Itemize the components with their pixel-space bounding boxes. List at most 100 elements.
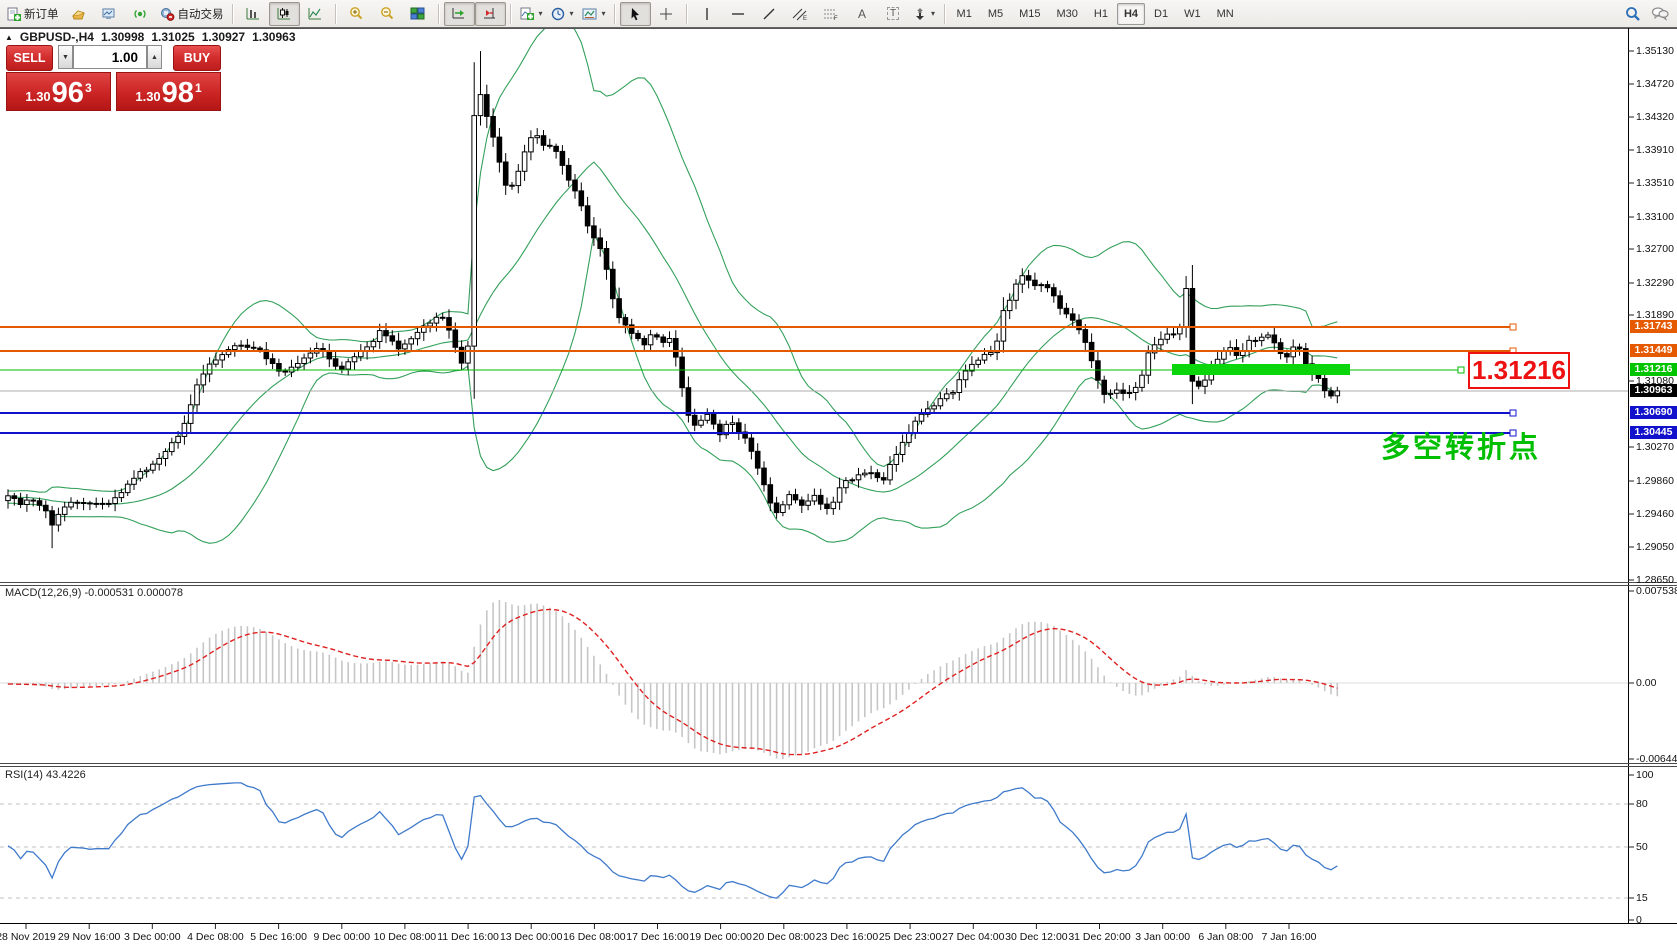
price-level-box: 1.31449 xyxy=(1630,344,1677,357)
ohlc-open: 1.30998 xyxy=(101,30,144,44)
crosshair-icon xyxy=(659,7,673,21)
chevron-down-icon: ▾ xyxy=(602,9,606,18)
timeframe-h1[interactable]: H1 xyxy=(1087,3,1115,25)
chart-shift-button[interactable] xyxy=(475,2,506,26)
line-chart-button[interactable] xyxy=(300,2,331,26)
timeframe-m5[interactable]: M5 xyxy=(981,3,1010,25)
price-level-box: 1.30963 xyxy=(1630,384,1677,397)
autotrading-button[interactable]: 自动交易 xyxy=(156,2,228,26)
price-callout[interactable]: 1.31216 xyxy=(1468,352,1570,389)
search-icon[interactable] xyxy=(1625,6,1641,22)
horizontal-line-button[interactable] xyxy=(723,2,754,26)
price-tick-label: 1.29460 xyxy=(1636,508,1677,520)
text-label-button[interactable]: T xyxy=(878,2,909,26)
rsi-tick-label: 100 xyxy=(1636,769,1677,781)
symbol-collapse-icon[interactable]: ▲ xyxy=(5,33,13,42)
price-tick-label: 1.33100 xyxy=(1636,211,1677,223)
sell-price[interactable]: 1.30 96 3 xyxy=(6,72,111,111)
volume-decrease-button[interactable]: ▼ xyxy=(58,45,73,69)
equidistant-channel-icon: E xyxy=(792,7,808,21)
timeframe-m1[interactable]: M1 xyxy=(950,3,979,25)
svg-text:E: E xyxy=(803,16,807,21)
price-tick-label: 1.34720 xyxy=(1636,78,1677,90)
toolbar-separator xyxy=(944,4,946,24)
toolbar-separator xyxy=(438,4,440,24)
equidistant-channel-button[interactable]: E xyxy=(785,2,816,26)
bar-chart-button[interactable] xyxy=(238,2,269,26)
price-tick-label: 1.30270 xyxy=(1636,441,1677,453)
chart-window[interactable]: ▲ GBPUSD-,H4 1.30998 1.31025 1.30927 1.3… xyxy=(0,28,1677,946)
rsi-tick-label: 0 xyxy=(1636,914,1677,926)
tile-windows-icon xyxy=(410,6,426,21)
price-tick-label: 1.33910 xyxy=(1636,144,1677,156)
new-chart-button[interactable] xyxy=(63,2,94,26)
volume-input[interactable]: 1.00 xyxy=(73,45,147,69)
timeframe-m30[interactable]: M30 xyxy=(1050,3,1085,25)
ohlc-low: 1.30927 xyxy=(202,30,245,44)
cursor-icon xyxy=(628,7,642,21)
chart-header: ▲ GBPUSD-,H4 1.30998 1.31025 1.30927 1.3… xyxy=(5,30,296,44)
buy-price[interactable]: 1.30 98 1 xyxy=(116,72,221,111)
zoom-out-icon xyxy=(379,6,395,21)
symbol-title: GBPUSD-,H4 xyxy=(20,30,94,44)
rsi-tick-label: 80 xyxy=(1636,798,1677,810)
vertical-line-icon xyxy=(701,7,713,21)
auto-scroll-icon xyxy=(451,6,467,21)
profiles-button[interactable] xyxy=(94,2,125,26)
price-tick-label: 1.34320 xyxy=(1636,111,1677,123)
macd-tick-label: 0.00 xyxy=(1636,677,1677,689)
templates-button[interactable]: ▾ xyxy=(578,2,610,26)
candlestick-chart-button[interactable] xyxy=(269,2,300,26)
profiles-icon xyxy=(102,7,117,21)
fibonacci-icon: F xyxy=(823,7,839,21)
cursor-button[interactable] xyxy=(620,2,651,26)
periods-button[interactable]: ▾ xyxy=(547,2,578,26)
svg-text:F: F xyxy=(834,16,838,21)
clock-icon xyxy=(551,7,566,21)
volume-increase-button[interactable]: ▲ xyxy=(147,45,162,69)
candlestick-chart-icon xyxy=(276,6,292,21)
vertical-line-button[interactable] xyxy=(692,2,723,26)
signals-button[interactable] xyxy=(125,2,156,26)
macd-tick-label: 0.007538 xyxy=(1636,585,1677,597)
timeframe-d1[interactable]: D1 xyxy=(1147,3,1175,25)
zoom-in-button[interactable] xyxy=(341,2,372,26)
price-tick-label: 1.29860 xyxy=(1636,475,1677,487)
spin-up-icon: ▲ xyxy=(151,54,158,61)
toolbar-separator xyxy=(232,4,234,24)
price-level-box: 1.30690 xyxy=(1630,406,1677,419)
price-tick-label: 1.32290 xyxy=(1636,277,1677,289)
ohlc-close: 1.30963 xyxy=(252,30,295,44)
chat-icon[interactable] xyxy=(1651,6,1669,22)
buy-button[interactable]: BUY xyxy=(173,45,221,71)
ohlc-high: 1.31025 xyxy=(151,30,194,44)
price-tick-label: 1.32700 xyxy=(1636,243,1677,255)
timeframe-m15[interactable]: M15 xyxy=(1012,3,1047,25)
main-toolbar: 新订单 自动交易 xyxy=(0,0,1677,28)
rsi-tick-label: 50 xyxy=(1636,841,1677,853)
chart-canvas[interactable] xyxy=(0,28,1677,946)
trendline-icon xyxy=(762,7,776,21)
toolbar-separator xyxy=(335,4,337,24)
indicators-button[interactable]: ▾ xyxy=(516,2,547,26)
auto-scroll-button[interactable] xyxy=(444,2,475,26)
new-order-label: 新订单 xyxy=(24,6,59,22)
price-level-box: 1.31743 xyxy=(1630,320,1677,333)
text-button[interactable]: A xyxy=(847,2,878,26)
arrows-button[interactable]: ▾ xyxy=(909,2,940,26)
one-click-trade-panel: SELL ▼ 1.00 ▲ BUY 1.30 96 3 1.30 98 1 xyxy=(6,45,221,111)
sell-button[interactable]: SELL xyxy=(6,45,53,71)
cn-annotation[interactable]: 多空转折点 xyxy=(1381,424,1541,466)
rsi-tick-label: 15 xyxy=(1636,892,1677,904)
tile-windows-button[interactable] xyxy=(403,2,434,26)
fibonacci-button[interactable]: F xyxy=(816,2,847,26)
timeframe-mn[interactable]: MN xyxy=(1210,3,1241,25)
timeframe-w1[interactable]: W1 xyxy=(1177,3,1208,25)
trendline-button[interactable] xyxy=(754,2,785,26)
new-order-icon xyxy=(7,7,21,21)
crosshair-button[interactable] xyxy=(651,2,682,26)
new-order-button[interactable]: 新订单 xyxy=(3,2,63,26)
zoom-out-button[interactable] xyxy=(372,2,403,26)
chart-shift-icon xyxy=(482,6,498,21)
timeframe-h4[interactable]: H4 xyxy=(1117,3,1145,25)
